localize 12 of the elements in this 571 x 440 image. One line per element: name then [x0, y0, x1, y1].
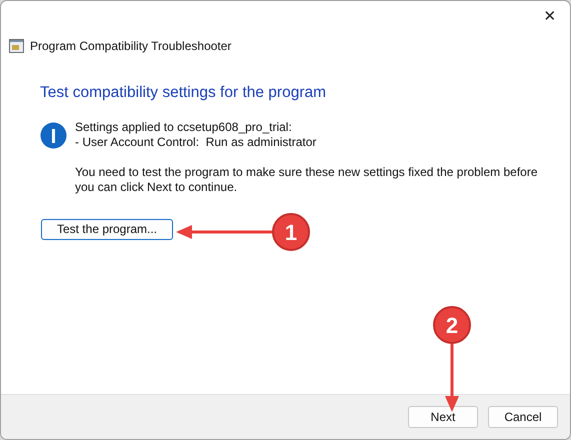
program-window-icon — [9, 39, 24, 53]
close-button[interactable]: ✕ — [538, 5, 562, 29]
settings-line: - User Account Control: Run as administrator — [75, 135, 318, 150]
instruction-text: You need to test the program to make sure these new settings fixed the problem before you can click Next to continue. — [75, 165, 538, 196]
page-heading: Test compatibility settings for the program — [40, 83, 326, 103]
window-title: Program Compatibility Troubleshooter — [30, 38, 232, 55]
arrow — [445, 343, 459, 412]
info-icon — [40, 122, 67, 150]
test-program-button[interactable]: Test the program... — [41, 218, 173, 240]
settings-line: Settings applied to ccsetup608_pro_trial: — [75, 120, 293, 136]
dialog-button[interactable]: Cancel — [488, 406, 558, 428]
dialog-button[interactable]: Next — [408, 406, 478, 428]
